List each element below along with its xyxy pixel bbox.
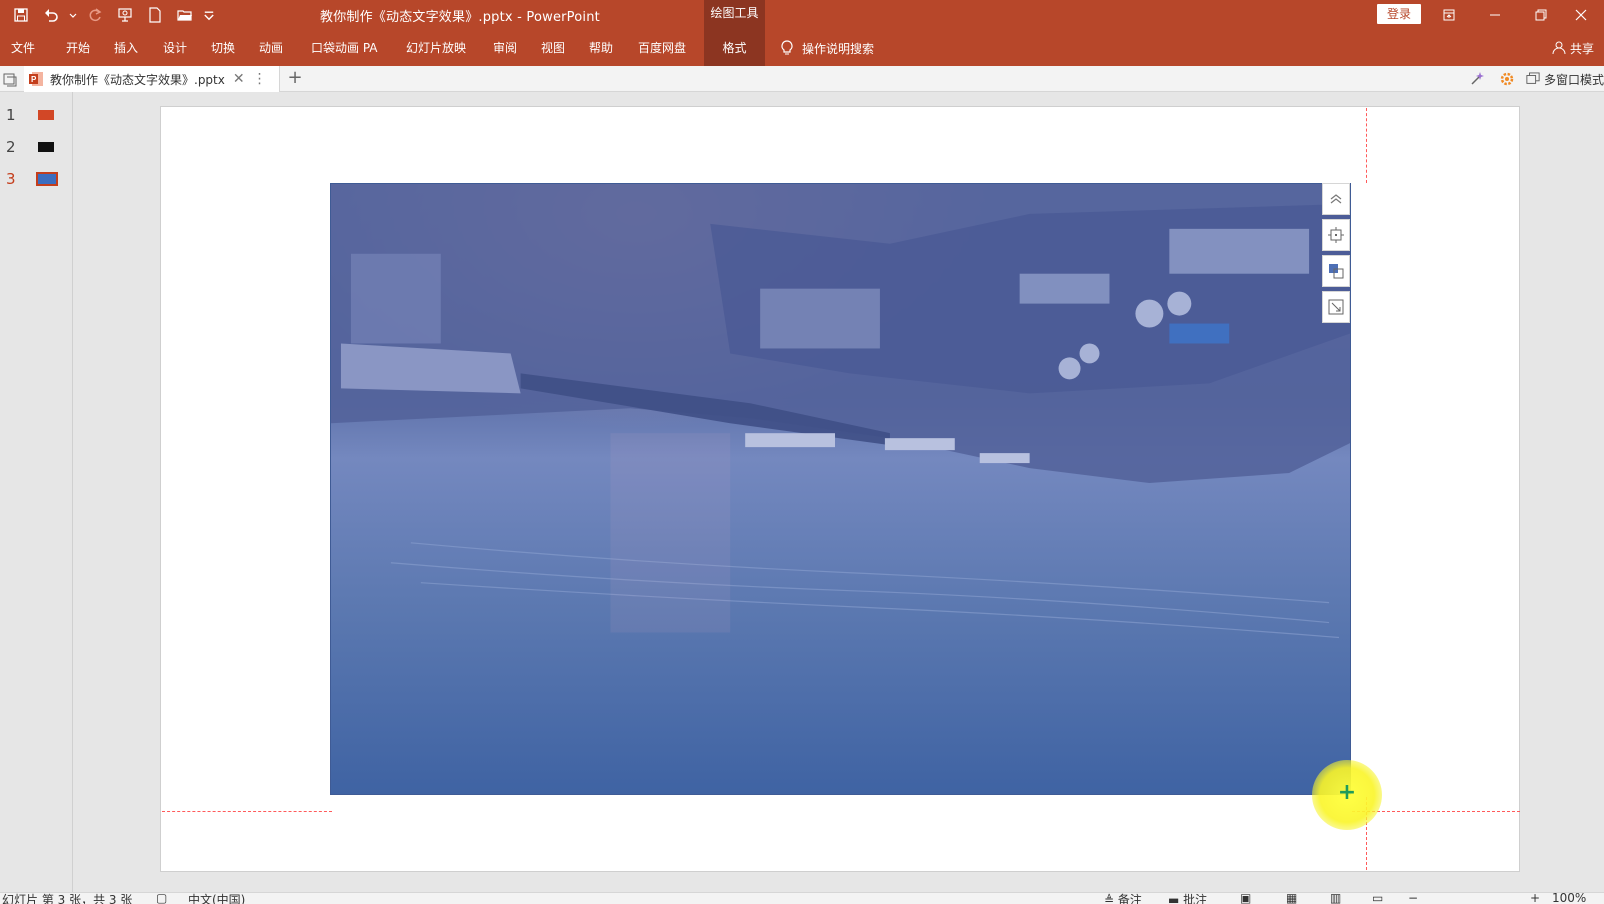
move-cursor-icon: + — [1337, 780, 1357, 805]
tab-review[interactable]: 审阅 — [493, 30, 517, 66]
new-file-icon[interactable] — [142, 4, 168, 26]
slide-number: 3 — [6, 170, 16, 188]
slide-thumbnail-2[interactable]: 2 — [6, 138, 54, 156]
smart-guide-top — [1366, 108, 1367, 183]
tab-file[interactable]: 文件 — [11, 30, 35, 66]
slide-mini-preview — [38, 110, 54, 120]
tell-me-search[interactable]: 操作说明搜索 — [780, 30, 874, 66]
slide-thumbnail-3[interactable]: 3 — [6, 170, 58, 188]
slide-thumbnail-1[interactable]: 1 — [6, 106, 54, 124]
new-tab-icon[interactable]: + — [284, 68, 306, 90]
undo-dropdown-icon[interactable] — [68, 4, 78, 26]
picture-side-tools — [1322, 183, 1350, 327]
notes-button[interactable]: ≜ 备注 — [1104, 893, 1142, 904]
slide-thumbnail-panel: 1 2 3 — [0, 92, 73, 892]
slide-sorter-icon[interactable]: ▦ — [1286, 893, 1297, 904]
redo-icon[interactable] — [82, 4, 108, 26]
drawing-tools-context-label: 绘图工具 — [704, 0, 765, 30]
share-label: 共享 — [1569, 41, 1594, 56]
settings-gear-icon[interactable] — [1496, 68, 1518, 90]
document-tab[interactable]: P 教你制作《动态文字效果》.pptx ✕ ⋮ — [24, 66, 280, 92]
layout-options-icon[interactable] — [1322, 255, 1350, 287]
doc-home-icon[interactable] — [2, 71, 18, 87]
document-tab-bar: P 教你制作《动态文字效果》.pptx ✕ ⋮ + 多窗口模式 — [0, 66, 1604, 92]
tab-home[interactable]: 开始 — [66, 30, 90, 66]
slide-picture[interactable] — [330, 183, 1351, 795]
notes-label: 备注 — [1117, 893, 1142, 904]
tab-pocket-animation[interactable]: 口袋动画 PA — [311, 30, 378, 66]
tab-baidu-netdisk[interactable]: 百度网盘 — [638, 30, 686, 66]
tab-design[interactable]: 设计 — [163, 30, 187, 66]
undo-icon[interactable] — [38, 4, 64, 26]
close-tab-icon[interactable]: ✕ — [233, 71, 245, 87]
ribbon-display-options-icon[interactable] — [1426, 0, 1472, 30]
login-button[interactable]: 登录 — [1377, 4, 1421, 24]
comments-label: 批注 — [1183, 893, 1208, 904]
language-indicator[interactable]: 中文(中国) — [188, 893, 245, 904]
slide-number: 2 — [6, 138, 16, 156]
zoom-out-icon[interactable]: − — [1408, 893, 1418, 904]
reading-view-icon[interactable]: ▥ — [1330, 893, 1341, 904]
tab-transitions[interactable]: 切换 — [211, 30, 235, 66]
tab-insert[interactable]: 插入 — [114, 30, 138, 66]
window-title: 教你制作《动态文字效果》.pptx - PowerPoint — [320, 10, 600, 25]
slide-mini-preview — [36, 172, 58, 186]
search-label: 操作说明搜索 — [802, 41, 875, 56]
normal-view-icon[interactable]: ▣ — [1240, 893, 1251, 904]
lightbulb-icon — [781, 40, 793, 55]
person-icon — [1552, 41, 1566, 55]
doc-right-tools: 多窗口模式 — [1466, 66, 1604, 92]
resize-expand-icon[interactable] — [1322, 291, 1350, 323]
zoom-level[interactable]: 100% — [1552, 893, 1586, 904]
share-button[interactable]: 共享 — [1552, 30, 1594, 66]
slide-mini-preview — [38, 142, 54, 152]
comments-button[interactable]: ▬ 批注 — [1168, 893, 1208, 904]
tab-view[interactable]: 视图 — [541, 30, 565, 66]
tab-format[interactable]: 格式 — [704, 30, 765, 66]
smart-guide-left — [162, 811, 332, 812]
slide-number: 1 — [6, 106, 16, 124]
spellcheck-icon[interactable]: ▢ — [156, 893, 167, 904]
tab-slide-show[interactable]: 幻灯片放映 — [406, 30, 466, 66]
slide-info: 幻灯片 第 3 张，共 3 张 — [2, 893, 133, 904]
save-icon[interactable] — [8, 4, 34, 26]
close-window-icon[interactable] — [1558, 0, 1604, 30]
multiwindow-mode-button[interactable]: 多窗口模式 — [1526, 71, 1604, 88]
slideshow-view-icon[interactable]: ▭ — [1372, 893, 1383, 904]
quick-access-toolbar — [8, 4, 216, 26]
multiwindow-label: 多窗口模式 — [1543, 72, 1604, 87]
zoom-in-icon[interactable]: + — [1530, 893, 1540, 904]
minimize-icon[interactable] — [1472, 0, 1518, 30]
powerpoint-file-icon: P — [29, 72, 43, 86]
tab-animations[interactable]: 动画 — [259, 30, 283, 66]
document-tab-label: 教你制作《动态文字效果》.pptx — [50, 72, 225, 87]
present-from-beginning-icon[interactable] — [112, 4, 138, 26]
collapse-up-icon[interactable] — [1322, 183, 1350, 215]
status-bar: 幻灯片 第 3 张，共 3 张 ▢ 中文(中国) ≜ 备注 ▬ 批注 ▣ ▦ ▥… — [0, 892, 1604, 904]
open-folder-icon[interactable] — [172, 4, 198, 26]
tab-help[interactable]: 帮助 — [589, 30, 613, 66]
ribbon-tab-bar: 文件 开始 插入 设计 切换 动画 口袋动画 PA 幻灯片放映 审阅 视图 帮助… — [0, 30, 1604, 66]
magic-wand-icon[interactable] — [1466, 68, 1488, 90]
title-bar: 教你制作《动态文字效果》.pptx - PowerPoint 绘图工具 登录 — [0, 0, 1604, 30]
multiwindow-icon — [1526, 72, 1540, 84]
svg-text:P: P — [31, 75, 37, 84]
customize-qat-icon[interactable] — [202, 4, 216, 26]
crop-center-icon[interactable] — [1322, 219, 1350, 251]
tab-more-icon[interactable]: ⋮ — [253, 71, 267, 87]
